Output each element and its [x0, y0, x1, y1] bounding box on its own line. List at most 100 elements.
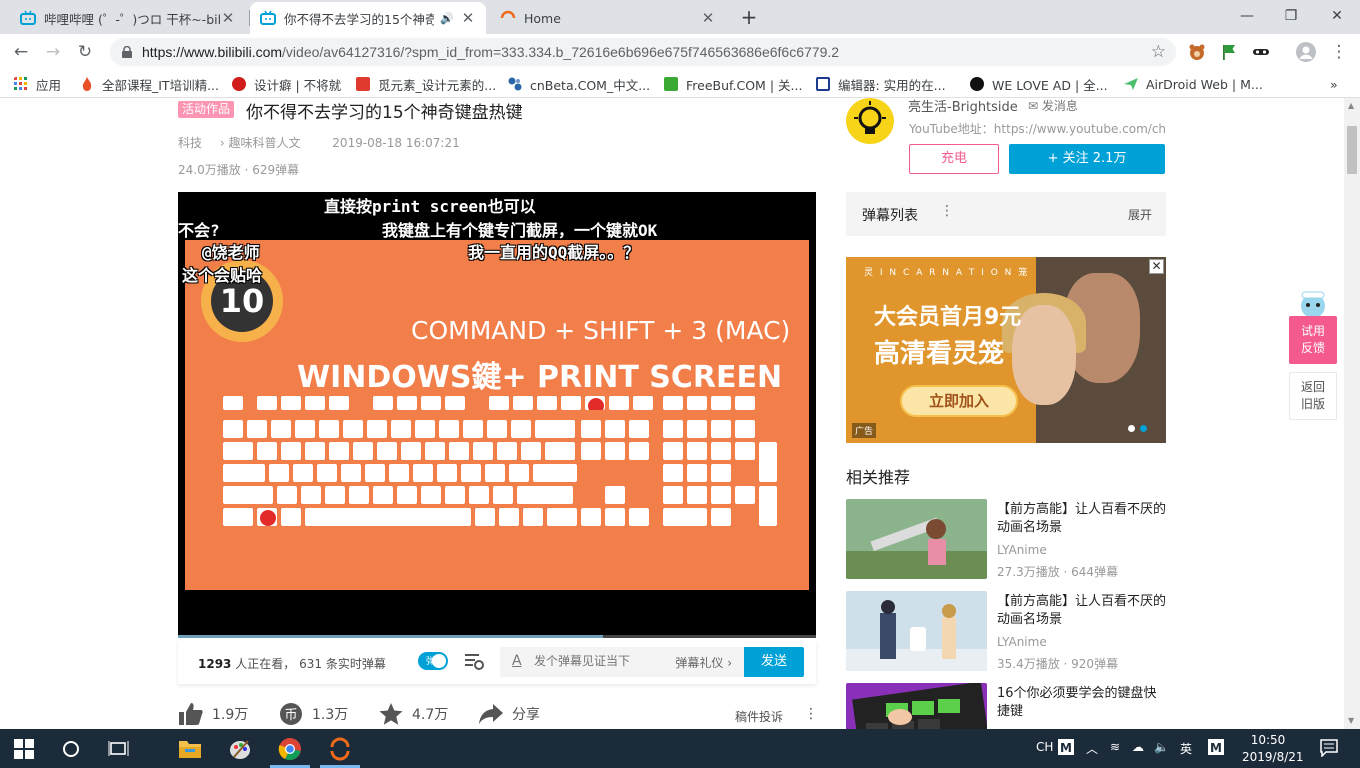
tab-close-icon[interactable]: ✕ — [700, 9, 716, 27]
bookmark-apps[interactable]: 应用 — [14, 75, 61, 93]
keyboard-key — [629, 420, 649, 438]
follow-button[interactable]: + 关注 2.1万 — [1009, 144, 1165, 174]
activity-badge[interactable]: 活动作品 — [178, 101, 235, 118]
related-author[interactable]: LYAnime — [997, 543, 1047, 557]
minimize-button[interactable]: — — [1224, 4, 1270, 28]
danmaku-list-panel[interactable]: 弹幕列表 ⋮ 展开 — [846, 192, 1166, 236]
uploader-avatar[interactable] — [846, 98, 894, 144]
scroll-down-arrow-icon[interactable]: ▼ — [1348, 716, 1354, 725]
keyboard-key — [581, 442, 601, 460]
tray-chevron-up-icon[interactable]: ︿ — [1086, 740, 1098, 757]
bookmark-item[interactable]: 设计癖 | 不将就 — [232, 75, 341, 93]
system-clock[interactable]: 10:50 2019/8/21 — [1242, 732, 1304, 766]
more-options-icon[interactable]: ⋮ — [804, 706, 818, 722]
carousel-dot-active[interactable] — [1140, 425, 1147, 432]
keyboard-key — [397, 396, 417, 410]
search-circle-icon[interactable] — [62, 740, 80, 758]
send-danmaku-button[interactable]: 发送 — [744, 647, 804, 677]
keyboard-key — [343, 420, 363, 438]
bookmark-item[interactable]: 编辑器: 实用的在... — [816, 75, 946, 93]
danmaku-input[interactable] — [534, 654, 654, 668]
charge-button[interactable]: 充电 — [909, 144, 999, 174]
tab-close-icon[interactable]: ✕ — [220, 9, 236, 27]
extension-flag-icon[interactable] — [1220, 43, 1238, 61]
danmaku-settings-icon[interactable] — [464, 652, 484, 670]
tab-home[interactable]: Home ✕ — [490, 2, 726, 34]
tray-lang[interactable]: CH — [1036, 740, 1053, 754]
tab-bilibili-home[interactable]: 哔哩哔哩 (゜-゜)つロ 干杯~-bilibili ✕ — [10, 2, 246, 34]
bookmark-item[interactable]: AirDroid Web | M... — [1124, 75, 1263, 93]
bookmark-item[interactable]: 全部课程_IT培训精... — [80, 75, 219, 93]
danmaku-etiquette-link[interactable]: 弹幕礼仪 › — [675, 654, 732, 671]
back-old-label: 返回旧版 — [1300, 380, 1325, 411]
video-player[interactable]: 10 COMMAND + SHIFT + 3 (MAC) WINDOWS鍵+ P… — [178, 192, 816, 638]
back-to-old-version-button[interactable]: 返回旧版 — [1289, 372, 1337, 420]
profile-avatar-icon[interactable] — [1296, 42, 1316, 62]
ad-join-button[interactable]: 立即加入 — [900, 385, 1018, 417]
paint-app-icon[interactable] — [228, 737, 252, 761]
windows-start-icon[interactable] — [14, 739, 34, 759]
extension-mask-icon[interactable] — [1252, 43, 1270, 61]
coin-button[interactable]: 币 1.3万 — [278, 702, 348, 726]
danmaku-list-expand[interactable]: 展开 — [1128, 206, 1152, 223]
restore-button[interactable]: ❐ — [1268, 4, 1314, 28]
chrome-menu-icon[interactable]: ⋮ — [1326, 39, 1352, 65]
chrome-app-icon[interactable] — [278, 737, 302, 761]
forward-arrow-icon[interactable]: → — [40, 39, 66, 65]
network-wifi-icon[interactable]: ≋ — [1110, 740, 1120, 754]
tab-video[interactable]: 你不得不去学习的15个神奇键盘热键 🔊 ✕ — [250, 2, 486, 34]
related-item[interactable]: 【前方高能】让人百看不厌的动画名场景 LYAnime 35.4万播放 · 920… — [846, 591, 1166, 671]
report-link[interactable]: 稿件投诉 — [735, 708, 783, 725]
file-explorer-icon[interactable] — [178, 737, 202, 759]
bookmark-item[interactable]: 觅元素_设计元素的... — [356, 75, 496, 93]
keyboard-key — [487, 420, 507, 438]
task-view-icon[interactable] — [108, 740, 130, 758]
danmaku-comment: @饶老师 — [202, 243, 260, 262]
subcategory-link[interactable]: 趣味科普人文 — [228, 136, 300, 150]
danmaku-list-menu-icon[interactable]: ⋮ — [940, 203, 954, 219]
trial-feedback-button[interactable]: 试用反馈 — [1289, 316, 1337, 364]
send-message-link[interactable]: ✉ 发消息 — [1028, 98, 1078, 114]
address-bar[interactable]: https://www.bilibili.com/video/av6412731… — [110, 38, 1176, 66]
like-button[interactable]: 1.9万 — [178, 702, 248, 726]
close-window-button[interactable]: ✕ — [1314, 4, 1360, 28]
ad-close-icon[interactable]: ✕ — [1149, 259, 1164, 274]
category-link[interactable]: 科技 — [178, 136, 202, 150]
bookmark-item[interactable]: WE LOVE AD | 全... — [970, 75, 1108, 93]
new-tab-button[interactable]: + — [738, 6, 760, 28]
bookmark-item[interactable]: FreeBuf.COM | 关... — [664, 75, 802, 93]
scrollbar-thumb[interactable] — [1347, 126, 1357, 174]
notification-center-icon[interactable] — [1320, 739, 1338, 757]
video-progress-bar[interactable] — [178, 635, 816, 638]
danmaku-toggle[interactable]: 弹 — [418, 652, 448, 670]
volume-icon[interactable]: 🔈 — [1154, 740, 1169, 754]
carousel-dot[interactable] — [1128, 425, 1135, 432]
ad-banner[interactable]: 灵 I N C A R N A T I O N 笼 大会员首月9元 高清看灵笼 … — [846, 257, 1166, 443]
tray-ime[interactable]: 英 — [1180, 740, 1192, 757]
scroll-up-arrow-icon[interactable]: ▲ — [1348, 101, 1354, 110]
arc-app-icon[interactable] — [328, 737, 352, 761]
bookmark-star-icon[interactable]: ☆ — [1151, 42, 1166, 62]
uploader-name[interactable]: 亮生活-Brightside — [908, 98, 1018, 115]
reload-icon[interactable]: ↻ — [72, 39, 98, 65]
related-author[interactable]: LYAnime — [997, 635, 1047, 649]
cloud-icon[interactable]: ☁ — [1132, 740, 1144, 754]
bookmarks-overflow-button[interactable]: » — [1330, 75, 1338, 93]
related-item[interactable]: 16个你必须要学会的键盘快捷键 — [846, 683, 1166, 729]
keyboard-key — [425, 442, 445, 460]
extension-bear-icon[interactable] — [1188, 43, 1206, 61]
tab-close-icon[interactable]: ✕ — [460, 9, 476, 27]
ime-m-icon[interactable]: M — [1058, 739, 1074, 755]
back-arrow-icon[interactable]: ← — [8, 39, 34, 65]
keyboard-key — [493, 486, 513, 504]
speaker-icon[interactable]: 🔊 — [440, 12, 454, 25]
font-style-icon[interactable]: A — [512, 653, 522, 669]
favorite-button[interactable]: 4.7万 — [378, 702, 448, 726]
keyboard-key — [663, 396, 683, 410]
keyboard-key — [341, 464, 361, 482]
page-scrollbar[interactable]: ▲ ▼ — [1344, 98, 1360, 729]
bookmark-item[interactable]: cnBeta.COM_中文... — [508, 75, 650, 93]
ime-m-icon[interactable]: M — [1208, 739, 1224, 755]
related-item[interactable]: 【前方高能】让人百看不厌的动画名场景 LYAnime 27.3万播放 · 644… — [846, 499, 1166, 579]
share-button[interactable]: 分享 — [478, 702, 540, 726]
